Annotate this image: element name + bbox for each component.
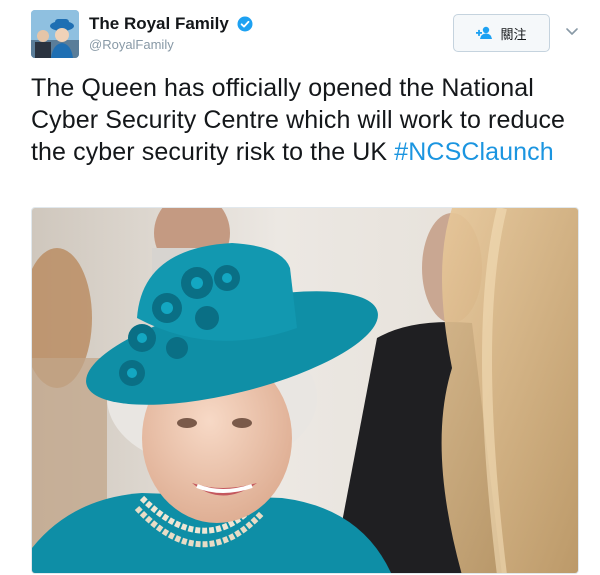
account-handle[interactable]: @RoyalFamily <box>89 37 253 52</box>
hashtag-link[interactable]: #NCSClaunch <box>394 138 554 166</box>
display-name[interactable]: The Royal Family <box>89 14 229 34</box>
avatar[interactable] <box>31 10 79 58</box>
photo-image <box>32 208 578 573</box>
tweet-photo[interactable] <box>31 207 579 574</box>
avatar-image <box>31 10 79 58</box>
add-user-icon <box>476 26 493 39</box>
account-names: The Royal Family @RoyalFamily <box>89 14 253 52</box>
verified-badge-icon <box>237 16 253 32</box>
tweet-header: The Royal Family @RoyalFamily 關注 <box>0 0 600 70</box>
tweet-text: The Queen has officially opened the Nati… <box>31 72 576 168</box>
follow-button-label: 關注 <box>500 26 527 42</box>
chevron-down-icon[interactable] <box>565 24 579 38</box>
follow-button[interactable]: 關注 <box>453 14 550 52</box>
